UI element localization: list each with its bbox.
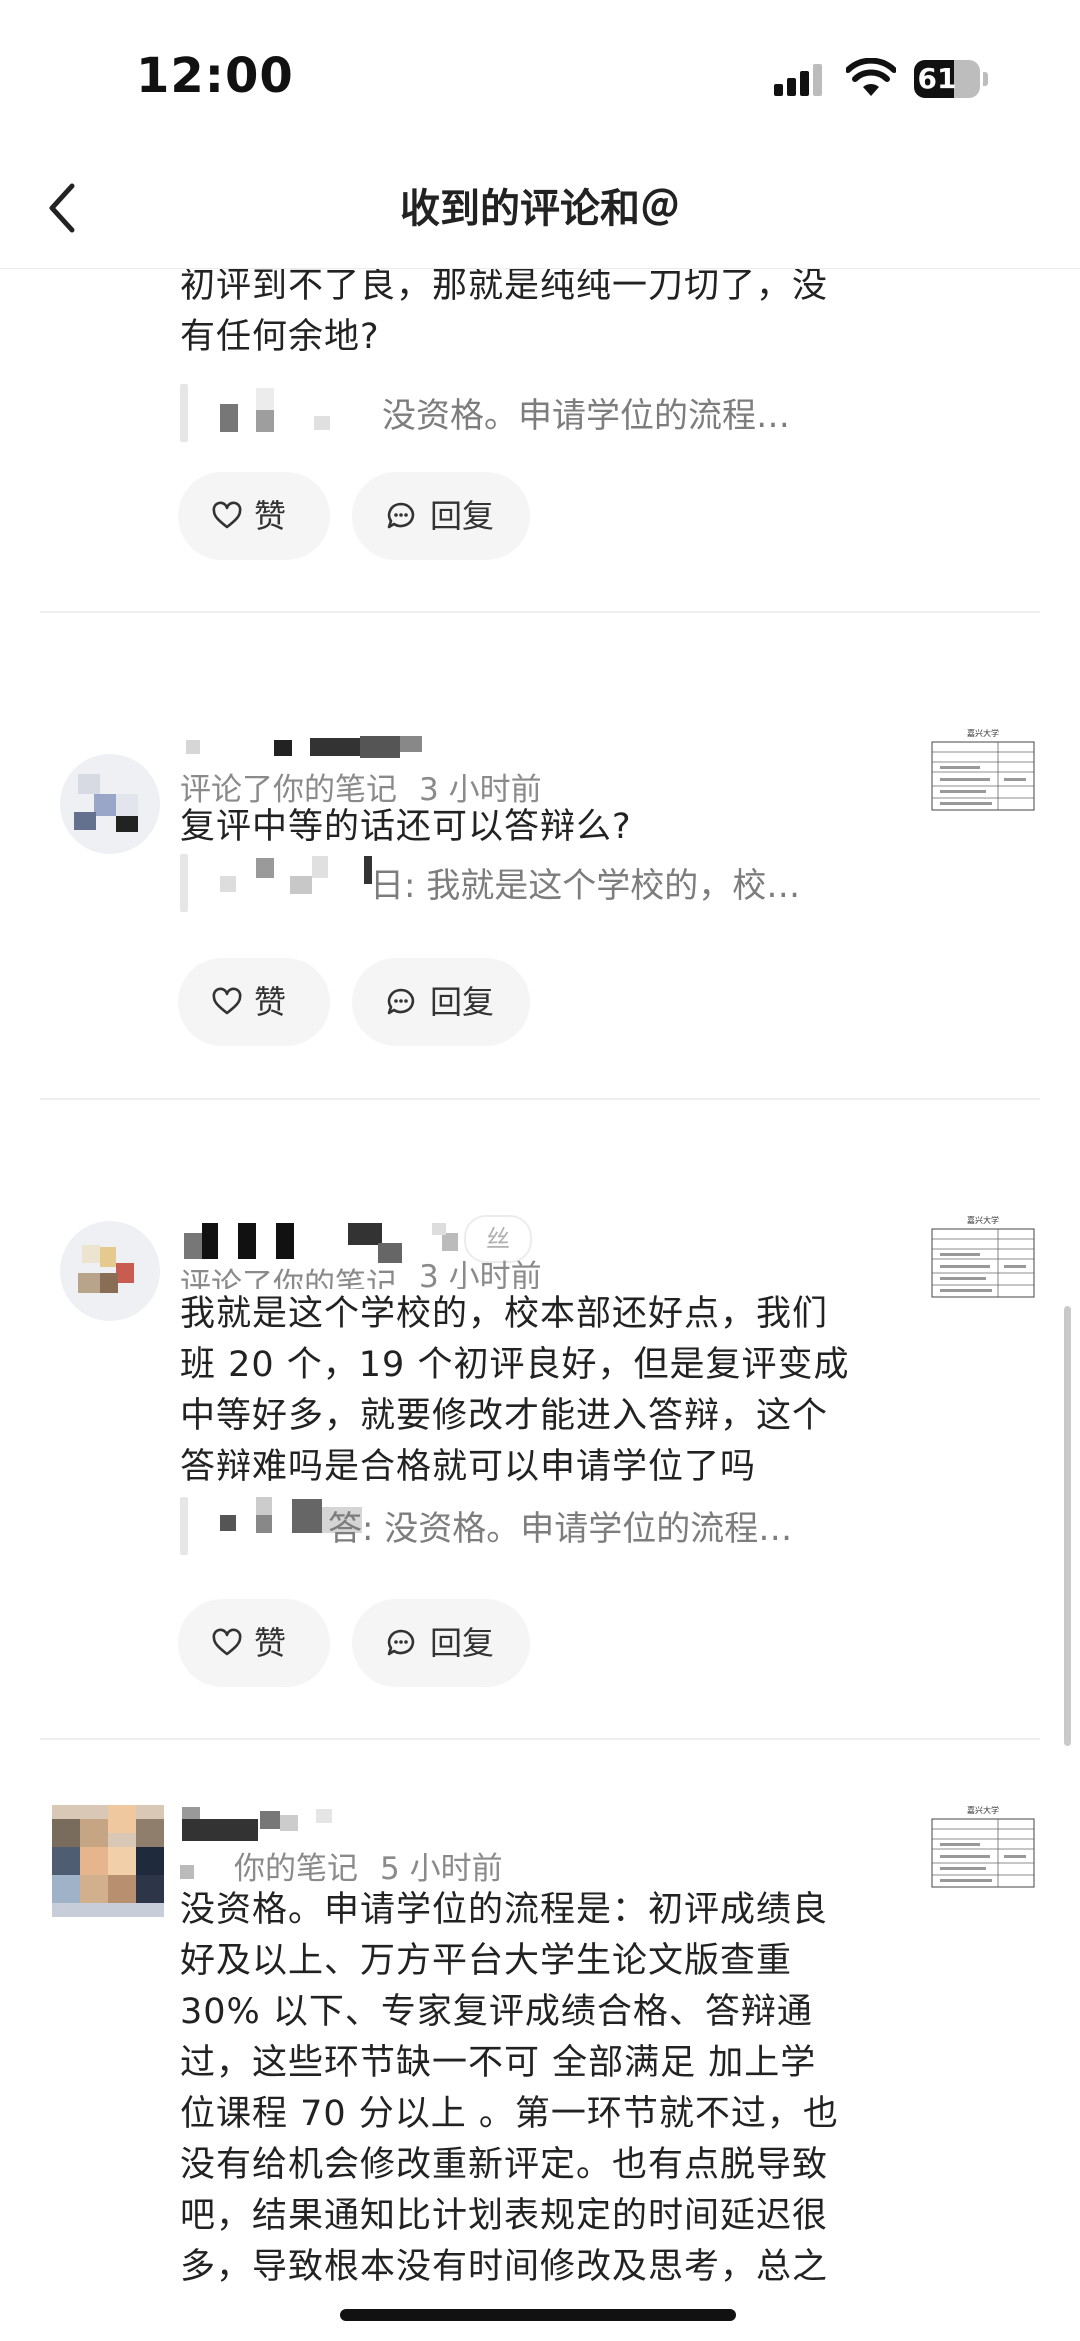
heart-icon xyxy=(212,501,242,529)
chat-bubble-icon xyxy=(387,502,415,529)
quote-text: 没资格。申请学位的流程… xyxy=(382,396,790,436)
comment-meta: 评论了你的笔记 3 小时前 xyxy=(180,1251,542,1289)
meta-time: 5 小时前 xyxy=(380,1851,503,1887)
divider xyxy=(40,611,1040,613)
thumb-title: 嘉兴大学 xyxy=(967,1805,999,1815)
nav-bar: 收到的评论和＠ xyxy=(0,150,1080,269)
quoted-reply[interactable]: 日: 我就是这个学校的，校… xyxy=(180,854,880,914)
comment-line: 没资格。申请学位的流程是：初评成绩良 xyxy=(180,1890,829,1930)
comment-text: 初评到不了良，那就是纯纯一刀切了，没 有任何余地? xyxy=(180,269,900,363)
notification-item: 评论了你的笔记 3 小时前 复评中等的话还可以答辩么? 日: 我就是这个学校的，校… xyxy=(0,614,1080,1101)
signal-icon xyxy=(774,64,822,96)
heart-icon xyxy=(212,987,242,1015)
comment-line: 吧，结果通知比计划表规定的时间延迟很 xyxy=(180,2196,829,2236)
divider xyxy=(40,1738,1040,1740)
comment-line: 我就是这个学校的，校本部还好点，我们 xyxy=(180,1294,829,1334)
like-button[interactable]: 赞 xyxy=(178,472,330,560)
quote-text: 日: 我就是这个学校的，校… xyxy=(370,866,801,906)
reply-label: 回复 xyxy=(430,1624,495,1662)
reply-label: 回复 xyxy=(430,983,495,1021)
comment-line: 30% 以下、专家复评成绩合格、答辩通 xyxy=(180,1992,813,2032)
battery-level: 61 xyxy=(917,62,957,95)
comment-line: 有任何余地? xyxy=(180,317,380,357)
comment-line: 过，这些环节缺一不可 全部满足 加上学 xyxy=(180,2043,817,2083)
status-bar: 12:00 61 xyxy=(0,0,1080,150)
quoted-reply[interactable]: 答: 没资格。申请学位的流程… xyxy=(180,1497,880,1557)
note-thumbnail[interactable]: 嘉兴大学 xyxy=(930,1803,1036,1891)
avatar[interactable] xyxy=(60,754,160,854)
comment-line: 答辩难吗是合格就可以申请学位了吗 xyxy=(180,1447,757,1487)
notification-item: 丝 评论了你的笔记 3 小时前 我就是这个学校的，校本部还好点，我们 班 20 个… xyxy=(0,1101,1080,1741)
note-thumbnail[interactable]: 嘉兴大学 xyxy=(930,726,1036,814)
meta-action: 评论了你的笔记 xyxy=(180,1267,397,1289)
quote-text: 答: 没资格。申请学位的流程… xyxy=(328,1509,793,1549)
page-title: 收到的评论和＠ xyxy=(400,186,680,232)
like-button[interactable]: 赞 xyxy=(178,958,330,1046)
chat-bubble-icon xyxy=(387,988,415,1015)
comment-line: 中等好多，就要修改才能进入答辩，这个 xyxy=(180,1396,829,1436)
comment-line: 好及以上、万方平台大学生论文版查重 xyxy=(180,1941,793,1981)
back-button[interactable] xyxy=(34,176,94,240)
thumb-title: 嘉兴大学 xyxy=(967,728,999,738)
notification-feed[interactable]: 初评到不了良，那就是纯纯一刀切了，没 有任何余地? 没资格。申请学位的流程… 赞… xyxy=(0,269,1080,2341)
like-button[interactable]: 赞 xyxy=(178,1599,330,1687)
comment-line: 班 20 个，19 个初评良好，但是复评变成 xyxy=(180,1345,850,1385)
notification-item: 你的笔记 5 小时前 没资格。申请学位的流程是：初评成绩良 好及以上、万方平台大学… xyxy=(0,1741,1080,2341)
wifi-icon xyxy=(846,58,896,96)
reply-button[interactable]: 回复 xyxy=(352,958,530,1046)
scrollbar[interactable] xyxy=(1064,1306,1071,1746)
comment-line: 复评中等的话还可以答辩么? xyxy=(180,807,632,847)
reply-button[interactable]: 回复 xyxy=(352,472,530,560)
comment-meta: 你的笔记 5 小时前 xyxy=(180,1843,503,1888)
comment-line: 位课程 70 分以上 。第一环节就不过，也 xyxy=(180,2094,839,2134)
reply-button[interactable]: 回复 xyxy=(352,1599,530,1687)
username-redacted[interactable] xyxy=(180,1807,500,1847)
avatar[interactable] xyxy=(60,1221,160,1321)
heart-icon xyxy=(212,1628,242,1656)
battery-icon: 61 xyxy=(914,60,988,98)
reply-label: 回复 xyxy=(430,497,495,535)
chevron-left-icon xyxy=(49,183,75,233)
note-thumbnail[interactable]: 嘉兴大学 xyxy=(930,1213,1036,1301)
meta-action: 你的笔记 xyxy=(234,1851,358,1887)
comment-text: 我就是这个学校的，校本部还好点，我们 班 20 个，19 个初评良好，但是复评变… xyxy=(180,1289,900,1493)
notification-item: 初评到不了良，那就是纯纯一刀切了，没 有任何余地? 没资格。申请学位的流程… 赞… xyxy=(0,269,1080,614)
like-label: 赞 xyxy=(254,983,287,1021)
comment-line: 没有给机会修改重新评定。也有点脱导致 xyxy=(180,2145,829,2185)
like-label: 赞 xyxy=(254,1624,287,1662)
quoted-reply[interactable]: 没资格。申请学位的流程… xyxy=(180,384,880,444)
comment-text: 复评中等的话还可以答辩么? xyxy=(180,802,900,853)
home-indicator[interactable] xyxy=(340,2309,736,2321)
status-time: 12:00 xyxy=(136,48,294,104)
comment-text: 没资格。申请学位的流程是：初评成绩良 好及以上、万方平台大学生论文版查重 30%… xyxy=(180,1885,900,2293)
divider xyxy=(40,1098,1040,1100)
avatar[interactable] xyxy=(52,1805,164,1917)
comment-line: 多，导致根本没有时间修改及思考，总之 xyxy=(180,2247,829,2287)
meta-time: 3 小时前 xyxy=(419,1259,542,1289)
comment-line: 初评到不了良，那就是纯纯一刀切了，没 xyxy=(180,269,829,306)
chat-bubble-icon xyxy=(387,1629,415,1656)
like-label: 赞 xyxy=(254,497,287,535)
thumb-title: 嘉兴大学 xyxy=(967,1215,999,1225)
